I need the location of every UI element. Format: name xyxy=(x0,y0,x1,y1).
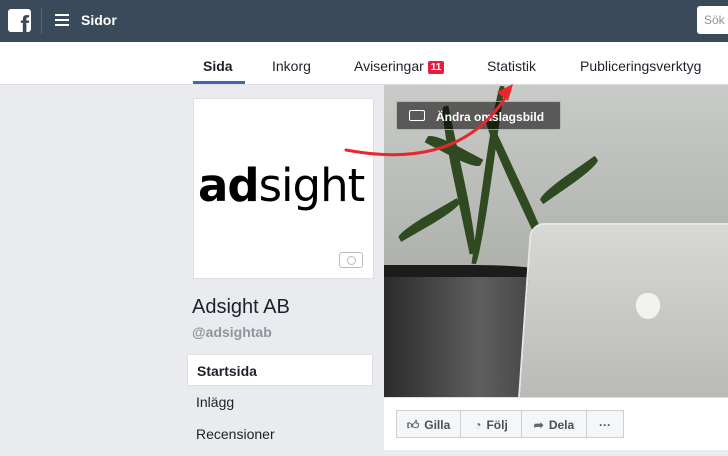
side-navigation: Startsida Inlägg Recensioner xyxy=(187,354,373,450)
page-tabs: Sida Inkorg Aviseringar 11 Statistik Publ… xyxy=(0,42,728,85)
tab-publiceringsverktyg[interactable]: Publiceringsverktyg xyxy=(580,58,701,74)
profile-picture[interactable]: adsight xyxy=(193,98,374,279)
page-action-bar: 👍︎ Gilla ◔ Följ ➦ Dela ··· xyxy=(384,397,728,450)
tab-sida[interactable]: Sida xyxy=(203,58,233,74)
rss-icon: ◔ xyxy=(474,418,482,432)
like-button[interactable]: 👍︎ Gilla xyxy=(396,410,461,438)
adsight-logo: adsight xyxy=(198,159,365,212)
tab-inkorg[interactable]: Inkorg xyxy=(272,58,311,74)
top-bar-title[interactable]: Sidor xyxy=(81,12,117,28)
tab-statistik[interactable]: Statistik xyxy=(487,58,536,74)
camera-icon xyxy=(409,110,425,121)
more-options-button[interactable]: ··· xyxy=(586,410,624,438)
laptop xyxy=(517,223,728,397)
page-handle[interactable]: @adsightab xyxy=(192,324,272,340)
side-nav-inlagg[interactable]: Inlägg xyxy=(187,386,373,418)
plant-leaf xyxy=(537,155,601,205)
tab-aviseringar-label: Aviseringar xyxy=(354,58,424,74)
facebook-logo-icon[interactable]: f xyxy=(8,9,31,32)
cover-photo: Ändra omslagsbild xyxy=(384,85,728,397)
camera-icon[interactable] xyxy=(339,252,363,268)
side-nav-recensioner[interactable]: Recensioner xyxy=(187,418,373,450)
thumbs-up-icon: 👍︎ xyxy=(406,418,420,432)
notification-badge: 11 xyxy=(427,61,445,74)
plant-leaf xyxy=(396,198,462,242)
change-cover-label: Ändra omslagsbild xyxy=(436,110,545,124)
top-bar: f Sidor Sök xyxy=(0,0,728,42)
share-button[interactable]: ➦ Dela xyxy=(521,410,587,438)
tab-aviseringar[interactable]: Aviseringar 11 xyxy=(354,58,445,74)
change-cover-button[interactable]: Ändra omslagsbild xyxy=(396,101,561,130)
active-tab-indicator xyxy=(193,81,245,84)
share-arrow-icon: ➦ xyxy=(533,418,544,432)
search-input[interactable]: Sök xyxy=(697,6,728,34)
side-nav-startsida[interactable]: Startsida xyxy=(187,354,373,386)
page-name: Adsight AB xyxy=(192,296,290,318)
hamburger-menu-icon[interactable] xyxy=(55,14,69,26)
divider xyxy=(41,8,42,34)
apple-logo-icon xyxy=(636,293,660,319)
follow-button[interactable]: ◔ Följ xyxy=(460,410,522,438)
